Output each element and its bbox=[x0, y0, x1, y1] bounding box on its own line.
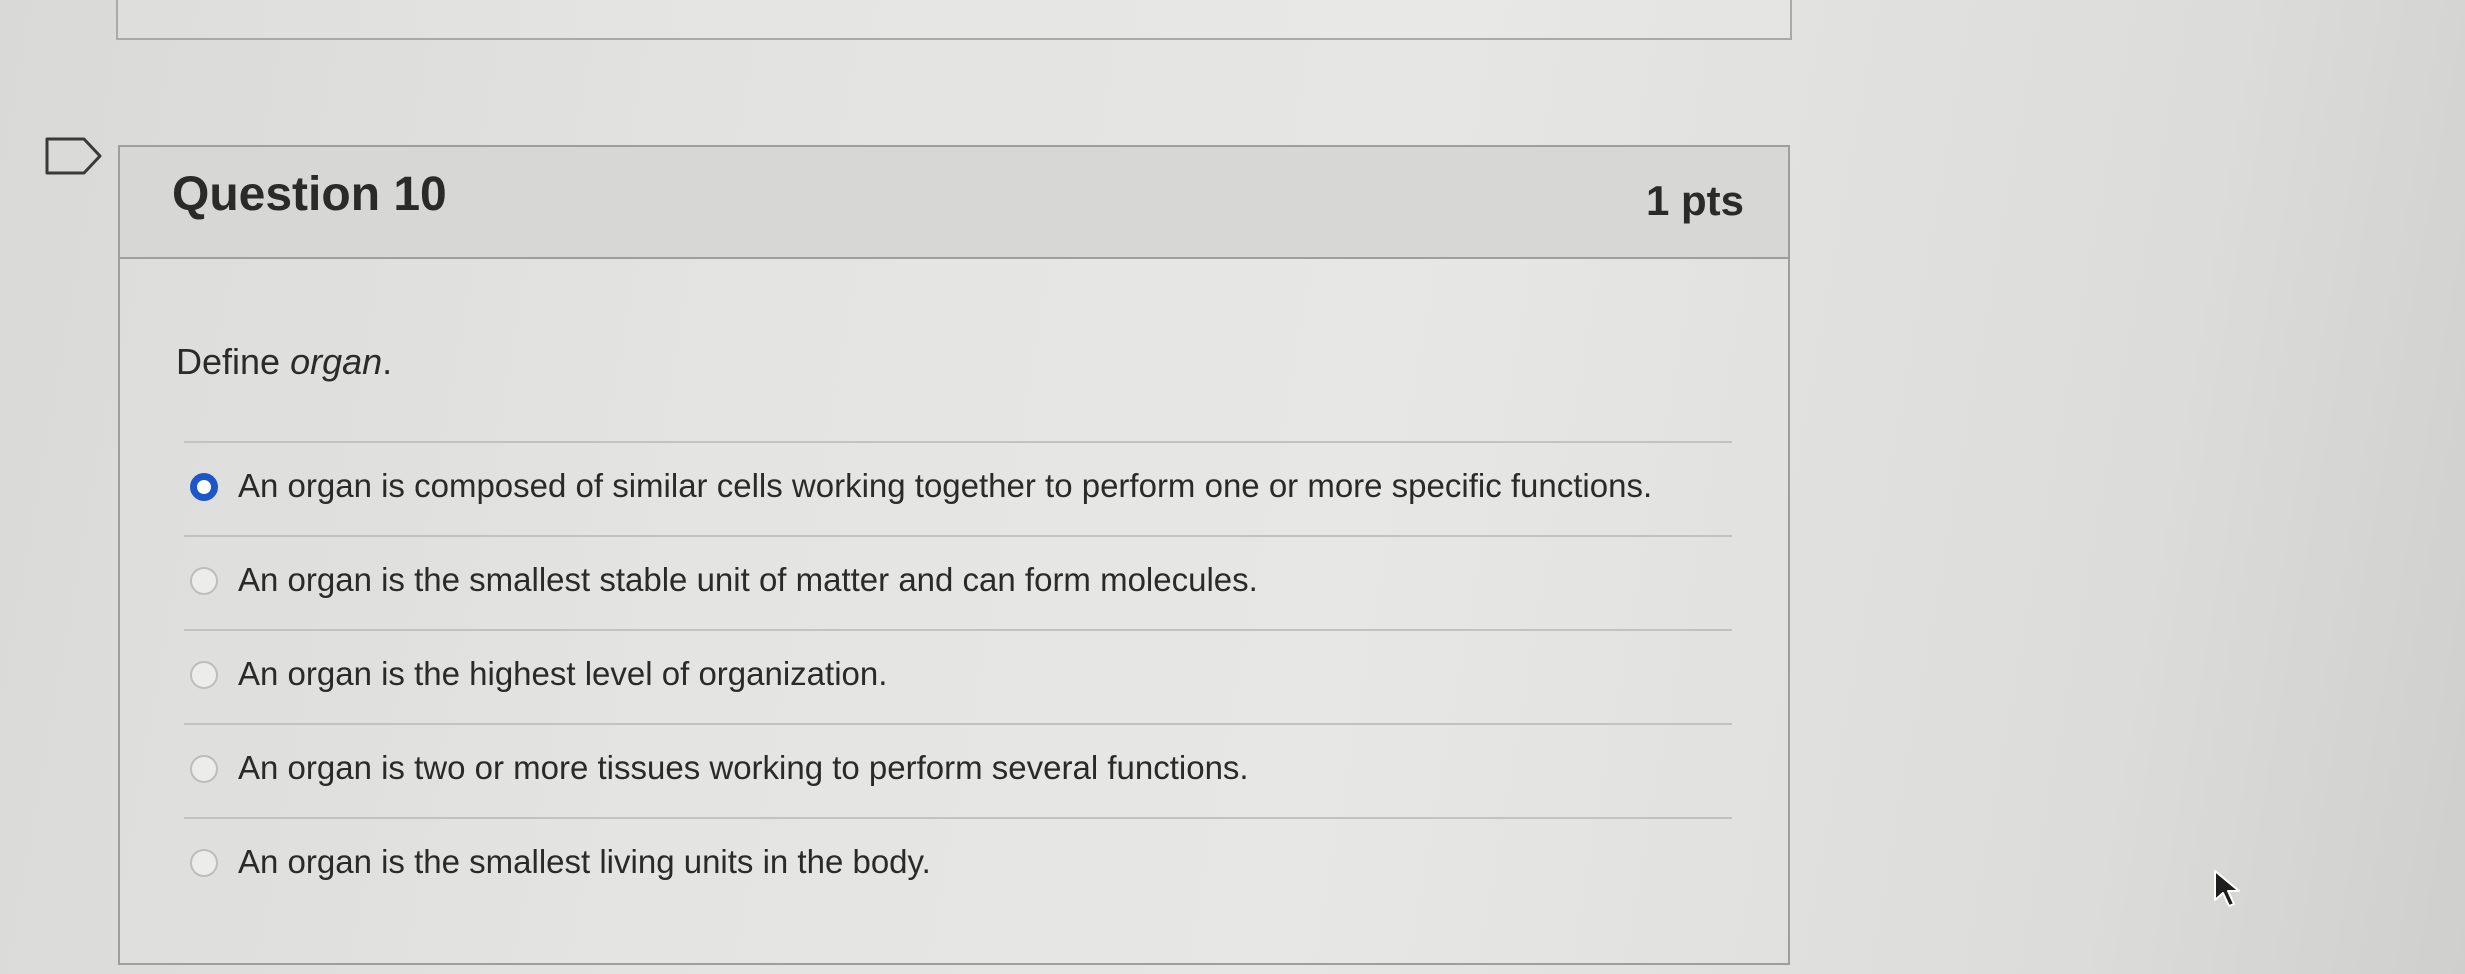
question-header: Question 10 1 pts bbox=[120, 147, 1788, 259]
prompt-suffix: . bbox=[382, 341, 393, 382]
flag-question-icon[interactable] bbox=[44, 136, 104, 176]
radio-button[interactable] bbox=[190, 661, 218, 689]
question-prompt: Define organ. bbox=[176, 341, 392, 383]
radio-button[interactable] bbox=[190, 849, 218, 877]
radio-button[interactable] bbox=[190, 755, 218, 783]
answer-option-1[interactable]: An organ is composed of similar cells wo… bbox=[184, 441, 1732, 535]
prompt-prefix: Define bbox=[176, 341, 291, 382]
question-points: 1 pts bbox=[1645, 177, 1744, 224]
previous-question-card bbox=[116, 0, 1792, 40]
answer-label[interactable]: An organ is the smallest living units in… bbox=[238, 843, 931, 881]
question-title: Question 10 bbox=[172, 168, 447, 221]
radio-button[interactable] bbox=[190, 567, 218, 595]
answer-option-5[interactable]: An organ is the smallest living units in… bbox=[184, 817, 1732, 911]
answer-option-2[interactable]: An organ is the smallest stable unit of … bbox=[184, 535, 1732, 629]
answer-label[interactable]: An organ is the smallest stable unit of … bbox=[238, 561, 1258, 599]
radio-button-selected[interactable] bbox=[190, 473, 218, 501]
mouse-cursor-icon bbox=[2214, 870, 2240, 907]
answer-label[interactable]: An organ is two or more tissues working … bbox=[238, 749, 1249, 787]
answer-option-4[interactable]: An organ is two or more tissues working … bbox=[184, 723, 1732, 817]
question-card: Question 10 1 pts Define organ. An organ… bbox=[118, 145, 1790, 965]
answer-list: An organ is composed of similar cells wo… bbox=[184, 441, 1732, 911]
answer-label[interactable]: An organ is the highest level of organiz… bbox=[238, 655, 887, 693]
prompt-term: organ bbox=[290, 341, 383, 382]
answer-label[interactable]: An organ is composed of similar cells wo… bbox=[238, 467, 1652, 505]
answer-option-3[interactable]: An organ is the highest level of organiz… bbox=[184, 629, 1732, 723]
